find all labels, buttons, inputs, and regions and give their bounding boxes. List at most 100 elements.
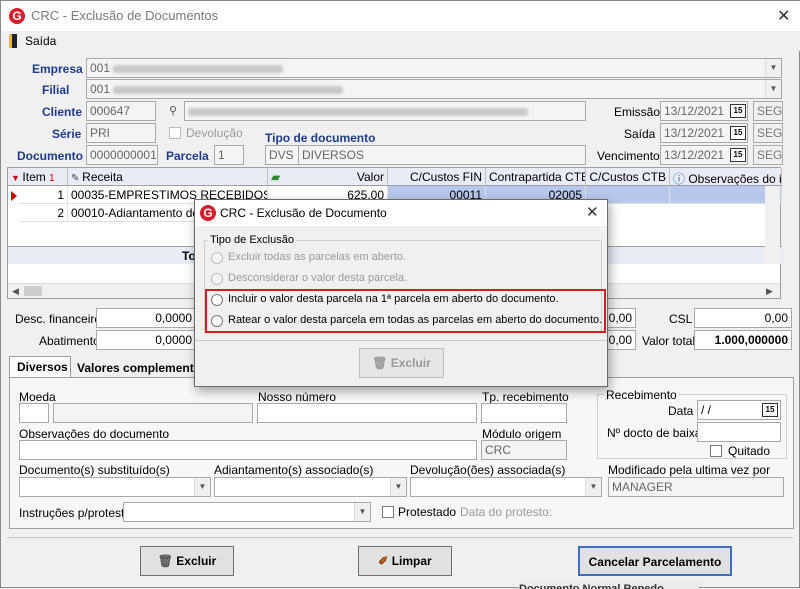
saida-label: Saída: [624, 127, 656, 141]
instrucoes-select[interactable]: [123, 502, 371, 522]
protestado-checkbox[interactable]: [382, 506, 394, 518]
calendar-icon[interactable]: 15: [730, 126, 746, 140]
desc-fin-input[interactable]: 0,0000: [96, 308, 196, 328]
grid-header-contrapartida[interactable]: Contrapartida CTB: [486, 168, 586, 186]
filial-select[interactable]: 001: [86, 79, 782, 99]
dialog-title: CRC - Exclusão de Documento: [220, 206, 387, 220]
chevron-left-icon[interactable]: ◀: [12, 286, 19, 297]
exclusion-dialog: G CRC - Exclusão de Documento ✕ Tipo de …: [194, 199, 608, 387]
opt-ratear-label: Ratear o valor desta parcela em todas as…: [228, 314, 603, 326]
row-pointer-icon: [11, 191, 17, 201]
tab-diversos[interactable]: Diversos: [9, 356, 71, 378]
devol-label: Devolução(ões) associada(s): [410, 463, 566, 477]
grid-header-ccctb[interactable]: C/Custos CTB: [586, 168, 670, 186]
grid-header-ccfin[interactable]: C/Custos FIN: [388, 168, 486, 186]
devolucao-checkbox[interactable]: [169, 127, 181, 139]
total-field[interactable]: 0,00: [604, 330, 636, 350]
divider: [195, 340, 607, 341]
vertical-scrollbar[interactable]: [765, 186, 780, 264]
total-field[interactable]: 0,00: [604, 308, 636, 328]
empresa-label: Empresa: [32, 62, 83, 76]
modificado-input: MANAGER: [608, 477, 784, 497]
doc-subst-select[interactable]: [19, 477, 211, 497]
moeda-label: Moeda: [19, 390, 56, 404]
ndocto-input[interactable]: [697, 422, 781, 442]
window-title: CRC - Exclusão de Documentos: [31, 8, 219, 23]
data-protesto-label: Data do protesto:: [460, 505, 553, 519]
moeda-input[interactable]: [19, 403, 49, 423]
chevron-down-icon[interactable]: ▼: [390, 478, 406, 496]
parcela-input[interactable]: 1: [214, 145, 244, 165]
empresa-select[interactable]: 001: [86, 58, 782, 78]
chevron-down-icon[interactable]: ▼: [194, 478, 210, 496]
adiant-label: Adiantamento(s) associado(s): [214, 463, 374, 477]
radio-desconsiderar[interactable]: [211, 273, 223, 285]
menu-exit[interactable]: Saída: [25, 34, 56, 48]
valor-total-label: Valor total: [642, 334, 696, 348]
quitado-checkbox[interactable]: [710, 445, 722, 457]
obs-doc-label: Observações do documento: [19, 427, 170, 441]
vencimento-label: Vencimento: [597, 149, 660, 163]
crc-logo-icon: G: [9, 8, 25, 24]
chevron-down-icon[interactable]: ▼: [585, 478, 601, 496]
vencimento-day: SEG: [753, 145, 783, 165]
tab-diversos-label: Diversos: [17, 360, 68, 374]
chevron-right-icon[interactable]: ▶: [766, 286, 773, 297]
tipo-desc: DIVERSOS: [298, 145, 586, 165]
calendar-icon[interactable]: 15: [730, 148, 746, 162]
dialog-excluir-button[interactable]: 🗑 Excluir: [359, 348, 444, 378]
excluir-button[interactable]: 🗑 Excluir: [140, 546, 234, 576]
saida-day: SEG: [753, 123, 783, 143]
opt-desconsiderar-label: Desconsiderar o valor desta parcela.: [228, 272, 408, 284]
tipo-code: DVS: [265, 145, 299, 165]
abatimento-label: Abatimento: [39, 334, 100, 348]
chevron-down-icon[interactable]: ▼: [354, 503, 370, 521]
binoculars-icon[interactable]: ⚲: [166, 104, 180, 118]
radio-incluir-primeira[interactable]: [211, 294, 223, 306]
cancelar-parcelamento-button[interactable]: Cancelar Parcelamento: [578, 546, 732, 576]
chevron-down-icon[interactable]: ▼: [765, 80, 781, 98]
valor-total-input: 1.000,000000: [694, 330, 792, 350]
nosso-numero-input[interactable]: [257, 403, 477, 423]
adiant-select[interactable]: [214, 477, 407, 497]
grid-header-receita[interactable]: ✎ Receita: [68, 168, 268, 186]
filial-label: Filial: [42, 83, 70, 97]
serie-input[interactable]: PRI: [86, 123, 156, 143]
calendar-icon[interactable]: 15: [762, 403, 778, 417]
cliente-name: [184, 101, 586, 121]
grid-header-item[interactable]: ▼ Item 1: [8, 168, 68, 186]
ndocto-label: Nº docto de baixa: [607, 426, 702, 440]
devol-select[interactable]: [410, 477, 602, 497]
radio-excluir-todas[interactable]: [211, 252, 223, 264]
table-row[interactable]: 1: [20, 186, 68, 204]
radio-ratear[interactable]: [211, 315, 223, 327]
cliente-input[interactable]: 000647: [86, 101, 156, 121]
doc-subst-label: Documento(s) substituído(s): [19, 463, 170, 477]
obs-doc-input[interactable]: [19, 440, 477, 460]
scroll-thumb[interactable]: [24, 286, 42, 296]
tipo-exclusao-label: Tipo de Exclusão: [208, 234, 296, 246]
table-row[interactable]: 2: [20, 204, 68, 222]
devolucao-label: Devolução: [186, 126, 243, 140]
documento-input[interactable]: 0000000001: [86, 145, 158, 165]
grid-header-obs[interactable]: ⓘ Observações do it: [670, 168, 782, 186]
grid-header-valor[interactable]: ▰ Valor: [268, 168, 388, 186]
exit-door-icon: [9, 34, 17, 48]
chevron-down-icon[interactable]: ▼: [765, 59, 781, 77]
tp-receb-input[interactable]: [481, 403, 567, 423]
close-icon[interactable]: ✕: [777, 6, 790, 26]
dialog-title-bar: G CRC - Exclusão de Documento ✕: [195, 200, 607, 226]
modulo-label: Módulo origem: [482, 427, 562, 441]
calendar-icon[interactable]: 15: [730, 104, 746, 118]
quitado-label: Quitado: [728, 444, 771, 458]
data-label: Data: [668, 404, 694, 418]
modulo-input: CRC: [481, 440, 567, 460]
parcela-label: Parcela: [166, 149, 209, 163]
close-icon[interactable]: ✕: [586, 203, 599, 221]
csl-input[interactable]: 0,00: [694, 308, 792, 328]
tab-valores[interactable]: Valores complementa: [77, 361, 200, 375]
limpar-button[interactable]: ✐ Limpar: [358, 546, 452, 576]
abatimento-input[interactable]: 0,0000: [96, 330, 196, 350]
serie-label: Série: [52, 127, 82, 141]
nosso-numero-label: Nosso número: [258, 390, 337, 404]
